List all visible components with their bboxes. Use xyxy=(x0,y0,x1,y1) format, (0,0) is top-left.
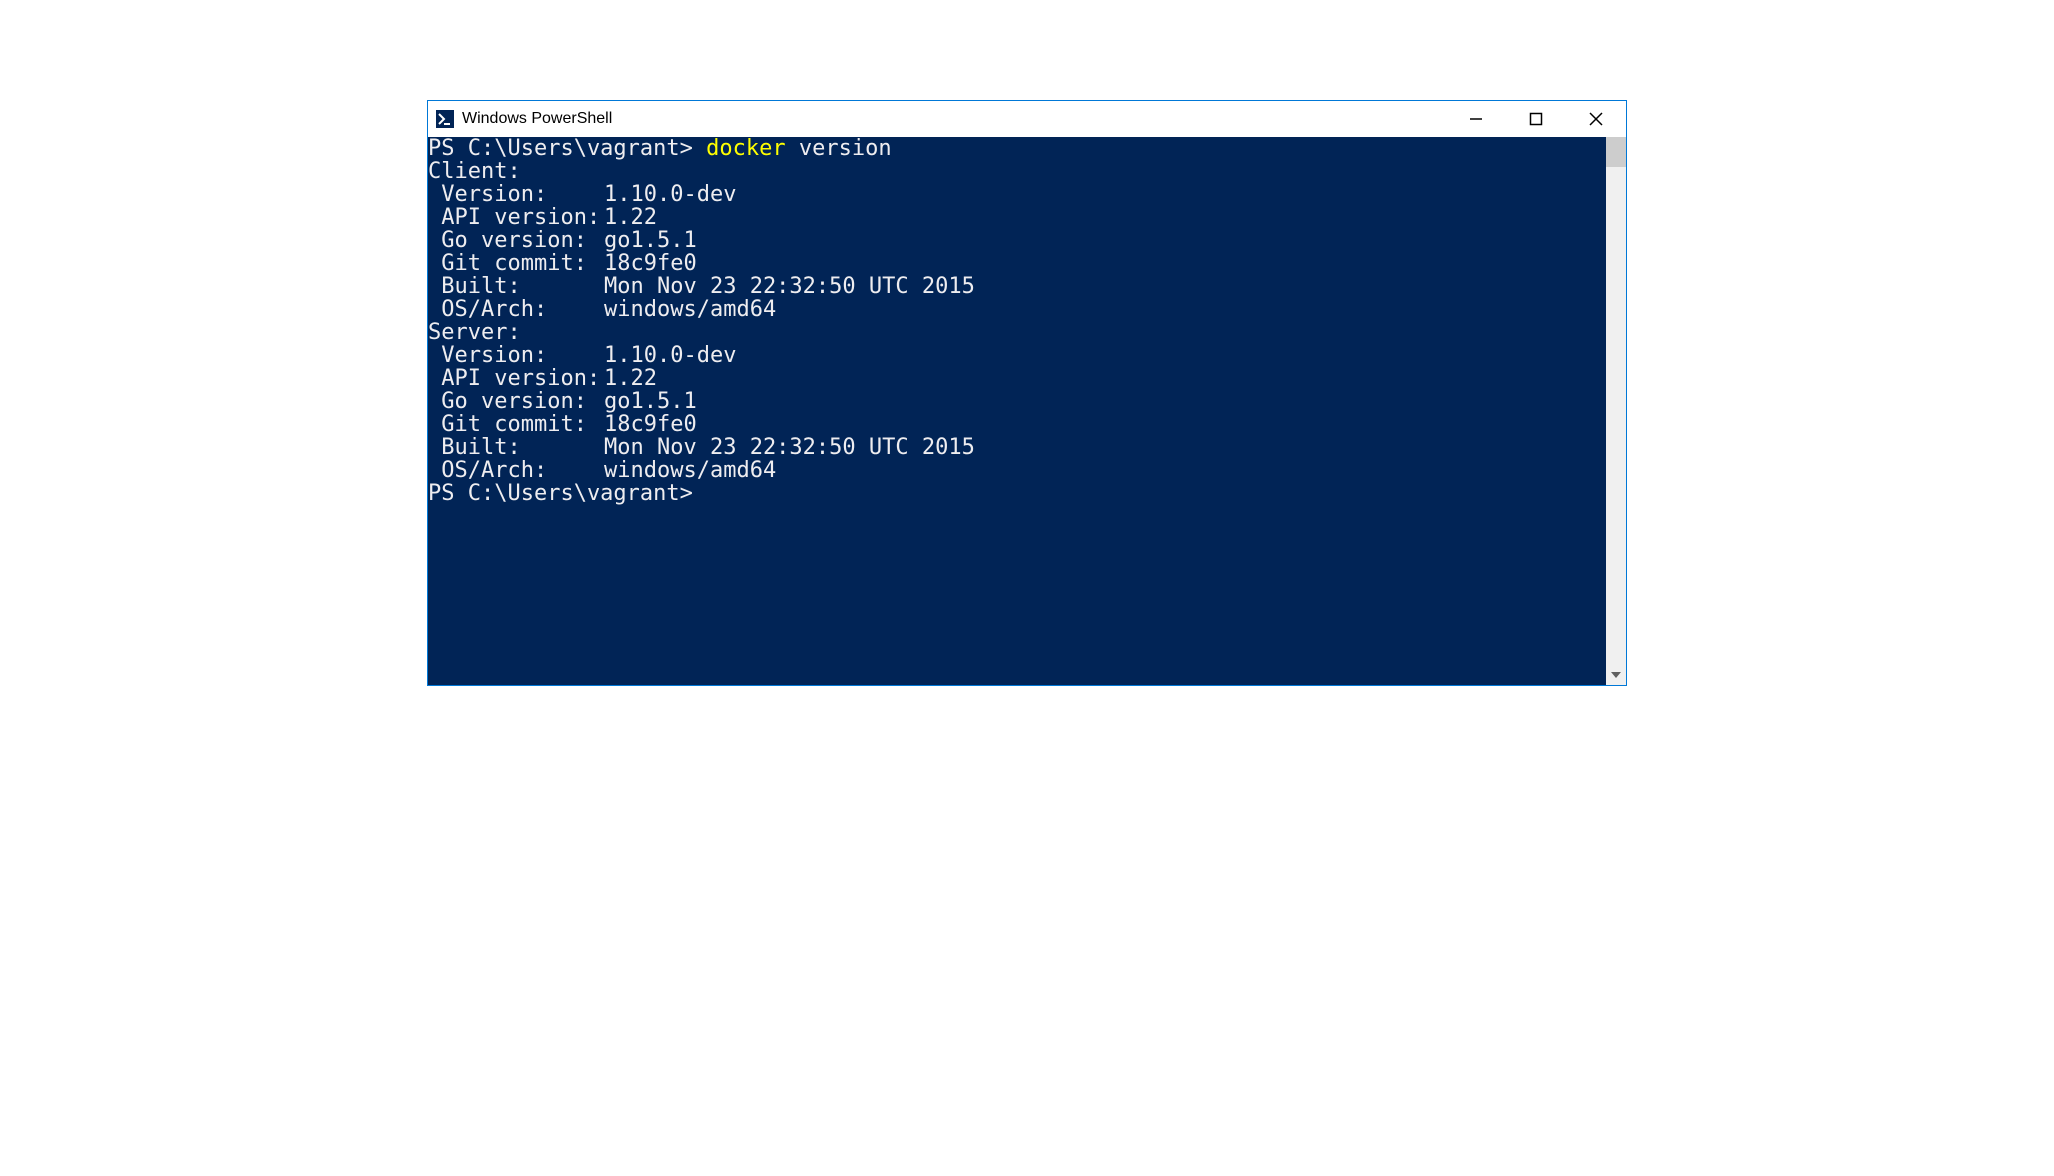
client-header: Client: xyxy=(428,160,1606,183)
minimize-button[interactable] xyxy=(1446,101,1506,137)
powershell-window: Windows PowerShell PS C:\Users\vagrant> … xyxy=(427,100,1627,686)
powershell-icon xyxy=(436,110,454,128)
titlebar[interactable]: Windows PowerShell xyxy=(428,101,1626,137)
server-go-version: Go version:go1.5.1 xyxy=(428,389,697,414)
server-built: Built:Mon Nov 23 22:32:50 UTC 2015 xyxy=(428,435,975,460)
command-docker: docker xyxy=(706,137,785,161)
command-arg: version xyxy=(799,137,892,161)
server-version: Version:1.10.0-dev xyxy=(428,343,736,368)
scroll-down-arrow-icon[interactable] xyxy=(1606,665,1626,685)
maximize-button[interactable] xyxy=(1506,101,1566,137)
client-os-arch: OS/Arch:windows/amd64 xyxy=(428,297,776,322)
prompt-line-2: PS C:\Users\vagrant> xyxy=(428,482,1606,505)
client-version: Version:1.10.0-dev xyxy=(428,182,736,207)
prompt-1: PS C:\Users\vagrant> xyxy=(428,137,693,161)
window-controls xyxy=(1446,101,1626,137)
close-button[interactable] xyxy=(1566,101,1626,137)
client-git-commit: Git commit:18c9fe0 xyxy=(428,251,697,276)
server-os-arch: OS/Arch:windows/amd64 xyxy=(428,458,776,483)
client-api-version: API version:1.22 xyxy=(428,205,657,230)
prompt-2: PS C:\Users\vagrant> xyxy=(428,481,693,506)
server-header: Server: xyxy=(428,321,1606,344)
client-go-version: Go version:go1.5.1 xyxy=(428,228,697,253)
window-title: Windows PowerShell xyxy=(462,110,612,128)
vertical-scrollbar[interactable] xyxy=(1606,137,1626,685)
scroll-thumb[interactable] xyxy=(1606,137,1626,167)
server-git-commit: Git commit:18c9fe0 xyxy=(428,412,697,437)
server-api-version: API version:1.22 xyxy=(428,366,657,391)
terminal-output[interactable]: PS C:\Users\vagrant> docker versionClien… xyxy=(428,137,1606,685)
client-built: Built:Mon Nov 23 22:32:50 UTC 2015 xyxy=(428,274,975,299)
prompt-line-1: PS C:\Users\vagrant> docker version xyxy=(428,137,1606,160)
console-area: PS C:\Users\vagrant> docker versionClien… xyxy=(428,137,1626,685)
